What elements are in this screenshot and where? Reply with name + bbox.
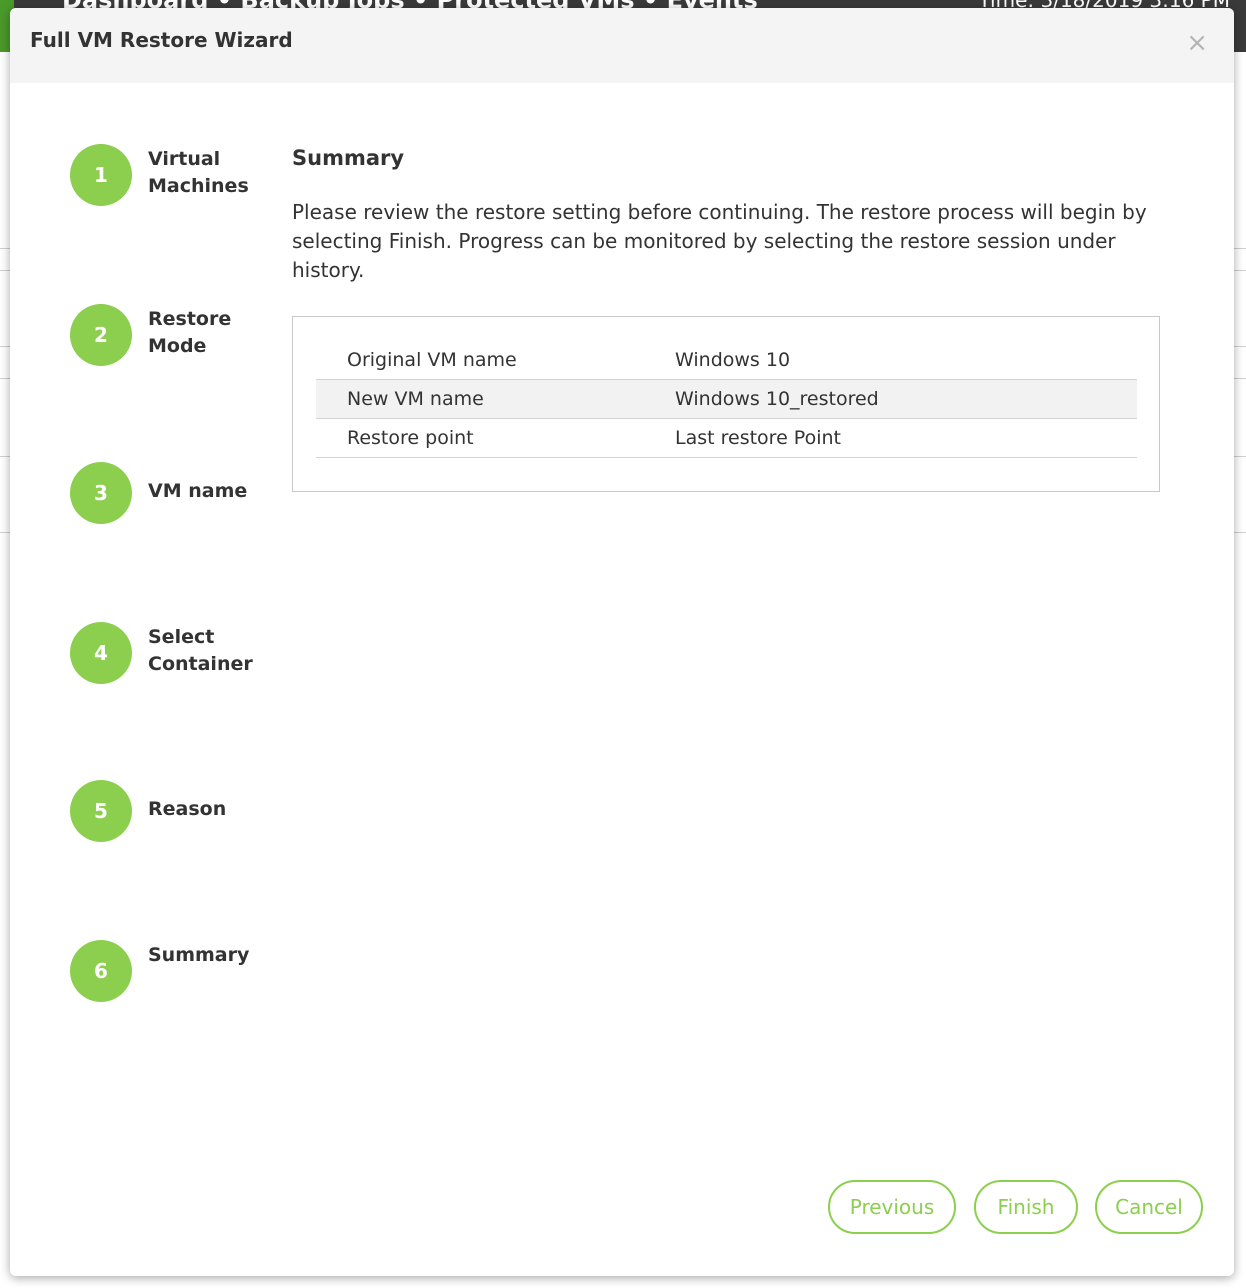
summary-value: Last restore Point [675,427,841,449]
finish-button[interactable]: Finish [974,1180,1078,1234]
step-label-line: Machines [148,175,249,197]
step-number-badge: 1 [70,144,132,206]
content-title: Summary [292,146,405,170]
step-number-badge: 6 [70,940,132,1002]
step-number-badge: 5 [70,780,132,842]
step-number-badge: 4 [70,622,132,684]
previous-button[interactable]: Previous [828,1180,956,1234]
summary-value: Windows 10_restored [675,388,879,410]
step-number-badge: 2 [70,304,132,366]
step-label: Reason [148,796,258,823]
summary-key: Original VM name [347,349,517,371]
step-label-line: VM name [148,480,248,502]
modal-header: Full VM Restore Wizard × [10,8,1234,83]
modal-title: Full VM Restore Wizard [30,28,293,52]
step-label: Select Container [148,624,258,678]
step-label: Restore Mode [148,306,258,360]
summary-table: Original VM name Windows 10 New VM name … [292,316,1160,492]
step-label: Summary [148,942,258,969]
close-icon[interactable]: × [1186,30,1208,56]
step-label-line: Container [148,653,253,675]
cancel-button[interactable]: Cancel [1095,1180,1203,1234]
step-label-line: Virtual [148,148,221,170]
step-label-line: Mode [148,335,207,357]
summary-value: Windows 10 [675,349,791,371]
step-label-line: Restore [148,308,232,330]
step-label-line: Reason [148,798,227,820]
summary-row: Restore point Last restore Point [316,419,1137,458]
summary-key: Restore point [347,427,474,449]
summary-row: New VM name Windows 10_restored [316,380,1137,419]
content-description: Please review the restore setting before… [292,200,1147,282]
summary-row: Original VM name Windows 10 [316,341,1137,380]
step-label-line: Select [148,626,215,648]
step-label: Virtual Machines [148,146,258,200]
step-label-line: Summary [148,944,250,966]
step-label: VM name [148,478,258,505]
summary-key: New VM name [347,388,484,410]
step-number-badge: 3 [70,462,132,524]
restore-wizard-modal: Full VM Restore Wizard × 1 Virtual Machi… [10,8,1234,1276]
